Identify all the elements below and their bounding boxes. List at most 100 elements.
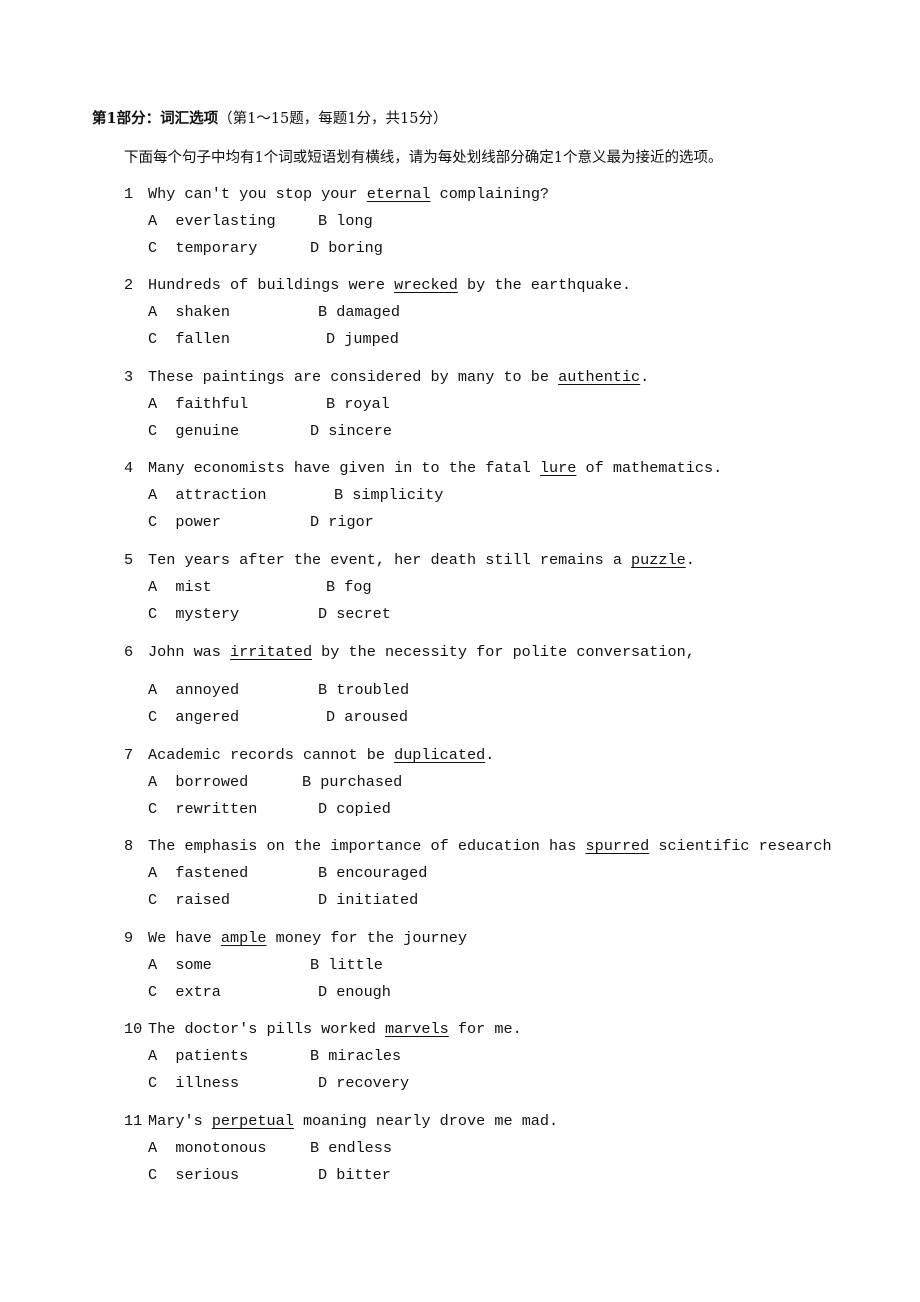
option-d[interactable]: D recovery (318, 1074, 409, 1092)
underlined-word: puzzle (631, 551, 686, 569)
question-number: 3 (124, 368, 134, 386)
stem-text: These paintings are considered by many t… (148, 368, 559, 386)
option-b[interactable]: B damaged (318, 303, 400, 321)
exam-page: 第1部分：词汇选项（第1～15题，每题1分，共15分） 下面每个句子中均有1个词… (0, 0, 920, 1302)
underlined-word: marvels (384, 1020, 449, 1038)
stem-text: by the earthquake. (457, 276, 632, 294)
option-a[interactable]: A some (148, 956, 212, 974)
stem-text: Academic records cannot be (148, 746, 395, 764)
underlined-word: duplicated (394, 746, 486, 764)
question-stem: Mary's perpetual moaning nearly drove me… (148, 1112, 558, 1130)
question-number: 4 (124, 459, 134, 477)
stem-text: Why can't you stop your (148, 185, 367, 203)
underlined-word: spurred (585, 837, 650, 855)
option-c[interactable]: C extra (148, 983, 221, 1001)
option-d[interactable]: D boring (310, 239, 383, 257)
option-d[interactable]: D bitter (318, 1166, 391, 1184)
option-a[interactable]: A faithful (148, 395, 248, 413)
underlined-word: wrecked (394, 276, 458, 294)
option-c[interactable]: C rewritten (148, 800, 257, 818)
question-number: 2 (124, 276, 134, 294)
option-d[interactable]: D enough (318, 983, 391, 1001)
option-b[interactable]: B purchased (302, 773, 402, 791)
option-d[interactable]: D rigor (310, 513, 374, 531)
option-b[interactable]: B fog (326, 578, 372, 596)
option-c[interactable]: C angered (148, 708, 239, 726)
option-c[interactable]: C fallen (148, 330, 230, 348)
option-d[interactable]: D jumped (326, 330, 399, 348)
option-a[interactable]: A annoyed (148, 681, 239, 699)
section-title: 第1部分：词汇选项 (92, 110, 219, 127)
question-number: 7 (124, 746, 134, 764)
question-stem: Many economists have given in to the fat… (148, 459, 722, 477)
option-c[interactable]: C mystery (148, 605, 239, 623)
stem-text: . (685, 551, 695, 569)
question-stem: Hundreds of buildings were wrecked by th… (148, 276, 631, 294)
option-a[interactable]: A fastened (148, 864, 248, 882)
stem-text: of mathematics. (576, 459, 723, 477)
stem-text: Mary's (148, 1112, 212, 1130)
option-d[interactable]: D aroused (326, 708, 408, 726)
option-b[interactable]: B simplicity (334, 486, 443, 504)
stem-text: Ten years after the event, her death sti… (148, 551, 632, 569)
underlined-word: perpetual (211, 1112, 294, 1130)
option-c[interactable]: C genuine (148, 422, 239, 440)
question-stem: These paintings are considered by many t… (148, 368, 649, 386)
question-stem: The emphasis on the importance of educat… (148, 837, 832, 855)
section-instruction: 下面每个句子中均有1个词或短语划有横线，请为每处划线部分确定1个意义最为接近的选… (124, 150, 723, 166)
option-c[interactable]: C serious (148, 1166, 239, 1184)
stem-text: scientific research (649, 837, 832, 855)
option-a[interactable]: A patients (148, 1047, 248, 1065)
question-number: 9 (124, 929, 134, 947)
option-a[interactable]: A monotonous (148, 1139, 266, 1157)
stem-text: We have (148, 929, 221, 947)
stem-text: complaining? (430, 185, 550, 203)
underlined-word: ample (220, 929, 267, 947)
underlined-word: eternal (366, 185, 431, 203)
stem-text: for me. (448, 1020, 522, 1038)
question-stem: We have ample money for the journey (148, 929, 467, 947)
option-b[interactable]: B troubled (318, 681, 409, 699)
question-number: 8 (124, 837, 134, 855)
option-d[interactable]: D sincere (310, 422, 392, 440)
underlined-word: lure (539, 459, 577, 477)
option-b[interactable]: B encouraged (318, 864, 427, 882)
option-c[interactable]: C illness (148, 1074, 239, 1092)
stem-text: The emphasis on the importance of educat… (148, 837, 586, 855)
section-heading: 第1部分：词汇选项（第1～15题，每题1分，共15分） (92, 107, 447, 128)
option-c[interactable]: C temporary (148, 239, 257, 257)
question-number: 5 (124, 551, 134, 569)
option-b[interactable]: B little (310, 956, 383, 974)
option-a[interactable]: A borrowed (148, 773, 248, 791)
option-b[interactable]: B miracles (310, 1047, 401, 1065)
option-b[interactable]: B royal (326, 395, 390, 413)
option-d[interactable]: D initiated (318, 891, 418, 909)
stem-text: . (485, 746, 495, 764)
stem-text: . (640, 368, 650, 386)
question-stem: Ten years after the event, her death sti… (148, 551, 695, 569)
option-a[interactable]: A attraction (148, 486, 266, 504)
option-a[interactable]: A shaken (148, 303, 230, 321)
option-a[interactable]: A mist (148, 578, 212, 596)
option-a[interactable]: A everlasting (148, 212, 276, 230)
option-b[interactable]: B endless (310, 1139, 392, 1157)
option-c[interactable]: C power (148, 513, 221, 531)
stem-text: The doctor's pills worked (148, 1020, 385, 1038)
question-stem: John was irritated by the necessity for … (148, 643, 695, 661)
underlined-word: authentic (558, 368, 641, 386)
question-number: 1 (124, 185, 134, 203)
underlined-word: irritated (230, 643, 313, 661)
question-number: 11 (124, 1112, 143, 1130)
stem-text: John was (148, 643, 231, 661)
option-b[interactable]: B long (318, 212, 373, 230)
section-note: （第1～15题，每题1分，共15分） (218, 111, 448, 127)
question-stem: Why can't you stop your eternal complain… (148, 185, 549, 203)
option-d[interactable]: D copied (318, 800, 391, 818)
question-stem: Academic records cannot be duplicated. (148, 746, 494, 764)
option-c[interactable]: C raised (148, 891, 230, 909)
option-d[interactable]: D secret (318, 605, 391, 623)
question-number: 10 (124, 1020, 143, 1038)
stem-text: Hundreds of buildings were (148, 276, 395, 294)
stem-text: money for the journey (266, 929, 468, 947)
question-stem: The doctor's pills worked marvels for me… (148, 1020, 522, 1038)
